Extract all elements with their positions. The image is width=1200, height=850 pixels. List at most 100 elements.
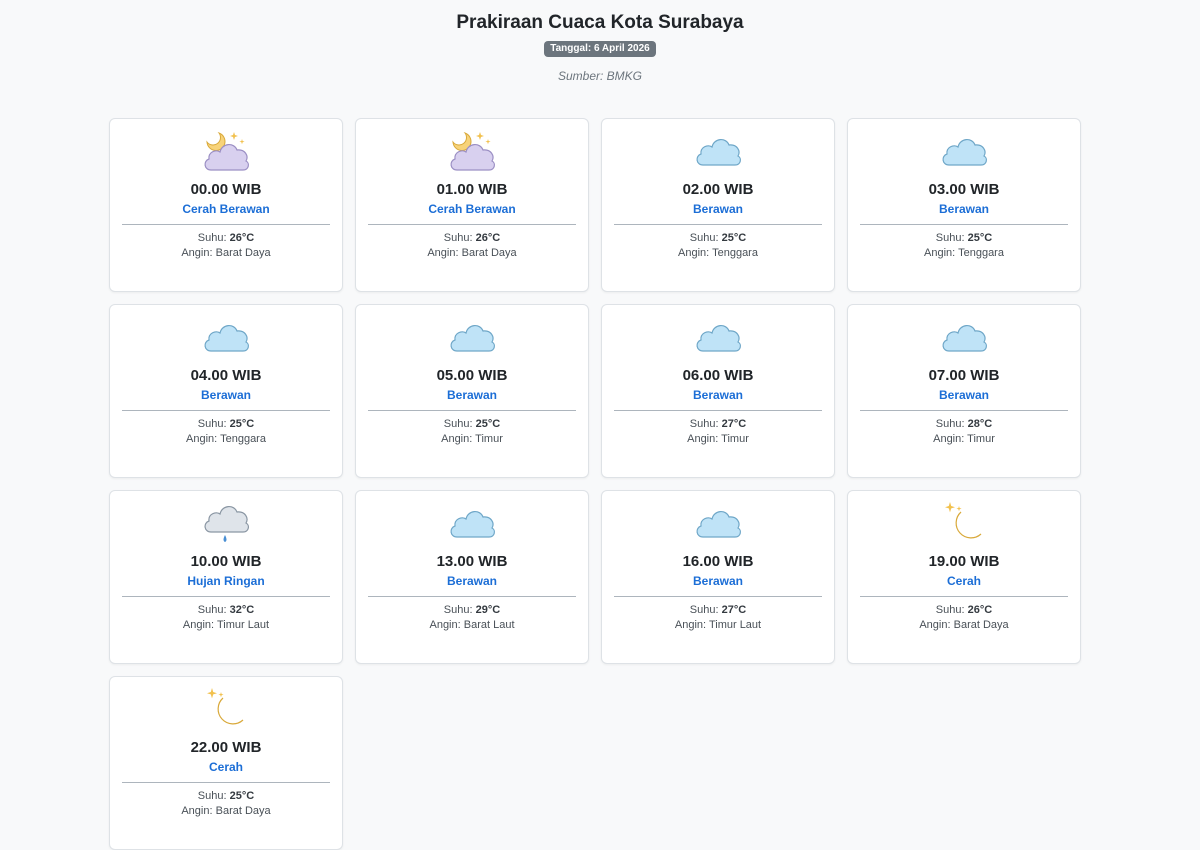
forecast-time: 02.00 WIB — [682, 181, 754, 198]
wind-label: Angin: — [687, 433, 719, 445]
cloud-icon — [848, 315, 1080, 359]
temperature-row: Suhu: 32°C — [110, 603, 342, 618]
forecast-card: 02.00 WIB Berawan Suhu: 25°C Angin: Tenggar… — [601, 118, 835, 292]
temperature-value: 25°C — [721, 232, 747, 244]
forecast-time: 07.00 WIB — [928, 367, 1000, 384]
wind-value: Barat Daya — [215, 805, 271, 817]
temperature-value: 27°C — [721, 604, 747, 616]
temperature-row: Suhu: 25°C — [110, 417, 342, 432]
wind-row: Angin: Timur Laut — [110, 618, 342, 633]
page-title: Prakiraan Cuaca Kota Surabaya — [456, 12, 744, 33]
wind-row: Angin: Tenggara — [848, 246, 1080, 261]
wind-value: Barat Daya — [461, 247, 517, 259]
wind-label: Angin: — [427, 247, 459, 259]
forecast-condition: Hujan Ringan — [187, 574, 265, 588]
forecast-card: 13.00 WIB Berawan Suhu: 29°C Angin: Barat L… — [355, 490, 589, 664]
forecast-grid: 00.00 WIB Cerah Berawan Suhu: 26°C Angin: B… — [109, 118, 1081, 850]
wind-value: Tenggara — [712, 247, 758, 259]
wind-value: Timur — [721, 433, 749, 445]
temperature-value: 25°C — [475, 418, 501, 430]
temperature-label: Suhu: — [197, 418, 227, 430]
wind-value: Tenggara — [958, 247, 1004, 259]
wind-value: Timur Laut — [216, 619, 270, 631]
temperature-value: 27°C — [721, 418, 747, 430]
temperature-row: Suhu: 28°C — [848, 417, 1080, 432]
forecast-card: 16.00 WIB Berawan Suhu: 27°C Angin: Timur L… — [601, 490, 835, 664]
forecast-condition: Cerah Berawan — [182, 202, 270, 216]
wind-row: Angin: Tenggara — [110, 432, 342, 447]
page-header: Prakiraan Cuaca Kota Surabaya Tanggal: 6… — [0, 0, 1200, 83]
temperature-row: Suhu: 25°C — [110, 789, 342, 804]
wind-label: Angin: — [181, 247, 213, 259]
forecast-time: 04.00 WIB — [190, 367, 262, 384]
wind-value: Barat Daya — [953, 619, 1009, 631]
cloud-icon — [356, 501, 588, 545]
moon-icon — [110, 687, 342, 731]
cloud-icon — [110, 315, 342, 359]
wind-label: Angin: — [186, 433, 218, 445]
temperature-label: Suhu: — [689, 232, 719, 244]
date-badge: Tanggal: 6 April 2026 — [544, 41, 656, 57]
card-divider — [860, 410, 1068, 411]
wind-label: Angin: — [919, 619, 951, 631]
forecast-card: 10.00 WIB Hujan Ringan Suhu: 32°C Angin: Ti… — [109, 490, 343, 664]
forecast-card: 22.00 WIB Cerah Suhu: 25°C Angin: Barat Day… — [109, 676, 343, 850]
card-divider — [614, 596, 822, 597]
cloud-icon — [356, 315, 588, 359]
forecast-card: 03.00 WIB Berawan Suhu: 25°C Angin: Tenggar… — [847, 118, 1081, 292]
card-divider — [860, 224, 1068, 225]
rain-cloud-icon — [110, 501, 342, 545]
moon-cloud-icon — [356, 129, 588, 173]
source-label: Sumber: BMKG — [557, 69, 643, 83]
wind-row: Angin: Barat Daya — [848, 618, 1080, 633]
forecast-card: 07.00 WIB Berawan Suhu: 28°C Angin: Timur — [847, 304, 1081, 478]
cloud-icon — [602, 129, 834, 173]
card-divider — [122, 410, 330, 411]
temperature-value: 29°C — [475, 604, 501, 616]
temperature-label: Suhu: — [197, 232, 227, 244]
card-divider — [122, 224, 330, 225]
temperature-row: Suhu: 27°C — [602, 417, 834, 432]
temperature-label: Suhu: — [935, 232, 965, 244]
card-divider — [122, 782, 330, 783]
temperature-row: Suhu: 27°C — [602, 603, 834, 618]
temperature-value: 26°C — [967, 604, 993, 616]
cloud-icon — [848, 129, 1080, 173]
wind-row: Angin: Timur — [602, 432, 834, 447]
wind-value: Timur Laut — [708, 619, 762, 631]
forecast-condition: Berawan — [938, 202, 990, 216]
wind-label: Angin: — [429, 619, 461, 631]
forecast-condition: Berawan — [692, 388, 744, 402]
moon-icon — [848, 501, 1080, 545]
wind-row: Angin: Tenggara — [602, 246, 834, 261]
wind-label: Angin: — [933, 433, 965, 445]
forecast-time: 01.00 WIB — [436, 181, 508, 198]
wind-label: Angin: — [441, 433, 473, 445]
temperature-value: 26°C — [475, 232, 501, 244]
forecast-condition: Berawan — [446, 388, 498, 402]
temperature-label: Suhu: — [935, 604, 965, 616]
temperature-label: Suhu: — [443, 604, 473, 616]
wind-value: Tenggara — [220, 433, 266, 445]
forecast-condition: Cerah Berawan — [428, 202, 516, 216]
forecast-condition: Cerah — [946, 574, 981, 588]
temperature-row: Suhu: 26°C — [110, 231, 342, 246]
wind-label: Angin: — [674, 619, 707, 631]
moon-cloud-icon — [110, 129, 342, 173]
temperature-value: 25°C — [967, 232, 993, 244]
temperature-row: Suhu: 25°C — [848, 231, 1080, 246]
forecast-time: 19.00 WIB — [928, 553, 1000, 570]
wind-row: Angin: Barat Laut — [356, 618, 588, 633]
forecast-condition: Berawan — [446, 574, 498, 588]
temperature-value: 26°C — [229, 232, 255, 244]
wind-value: Barat Daya — [215, 247, 271, 259]
temperature-row: Suhu: 29°C — [356, 603, 588, 618]
card-divider — [614, 410, 822, 411]
forecast-time: 22.00 WIB — [190, 739, 262, 756]
temperature-label: Suhu: — [935, 418, 965, 430]
temperature-row: Suhu: 25°C — [602, 231, 834, 246]
forecast-card: 05.00 WIB Berawan Suhu: 25°C Angin: Timur — [355, 304, 589, 478]
temperature-row: Suhu: 26°C — [356, 231, 588, 246]
wind-label: Angin: — [678, 247, 710, 259]
forecast-time: 00.00 WIB — [190, 181, 262, 198]
